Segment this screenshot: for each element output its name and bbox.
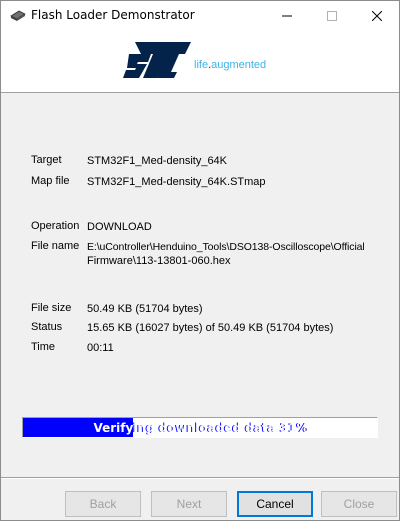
banner-divider bbox=[1, 92, 399, 93]
filesize-value: 50.49 KB (51704 bytes) bbox=[87, 303, 203, 315]
minimize-button[interactable] bbox=[265, 1, 309, 30]
status-value: 15.65 KB (16027 bytes) of 50.49 KB (5170… bbox=[87, 322, 334, 334]
time-label: Time bbox=[31, 341, 56, 353]
flash-loader-window: Flash Loader Demonstrator life.augmented… bbox=[0, 0, 400, 521]
cancel-button[interactable]: Cancel bbox=[237, 491, 313, 517]
close-window-button[interactable] bbox=[355, 1, 399, 30]
mapfile-value: STM32F1_Med-density_64K.STmap bbox=[87, 176, 266, 188]
chip-icon bbox=[10, 8, 26, 22]
status-label: Status bbox=[31, 321, 63, 333]
target-value: STM32F1_Med-density_64K bbox=[87, 155, 228, 167]
filename-value-line1: E:\uController\Henduino_Tools\DSO138-Osc… bbox=[87, 241, 365, 253]
progress-text-inverse: Verifying downloaded data 31% bbox=[93, 420, 309, 435]
button-divider bbox=[1, 477, 399, 479]
filename-value-line2: Firmware\113-13801-060.hex bbox=[87, 255, 231, 267]
title-bar[interactable]: Flash Loader Demonstrator bbox=[1, 1, 399, 30]
close-button[interactable]: Close bbox=[321, 491, 397, 517]
operation-label: Operation bbox=[31, 220, 80, 232]
mapfile-label: Map file bbox=[31, 175, 70, 187]
filename-label: File name bbox=[31, 240, 80, 252]
time-value: 00:11 bbox=[87, 342, 114, 354]
window-title: Flash Loader Demonstrator bbox=[31, 8, 195, 22]
filesize-label: File size bbox=[31, 302, 72, 314]
next-button[interactable]: Next bbox=[151, 491, 227, 517]
st-banner: life.augmented bbox=[1, 30, 399, 92]
progress-fill: Verifying downloaded data 31% bbox=[23, 418, 309, 437]
target-label: Target bbox=[31, 154, 62, 166]
st-logo-icon bbox=[121, 40, 193, 80]
maximize-button[interactable] bbox=[310, 1, 354, 30]
progress-bar: Verifying downloaded data 31% Verifying … bbox=[22, 417, 378, 438]
operation-value: DOWNLOAD bbox=[87, 221, 152, 233]
st-tagline: life.augmented bbox=[194, 59, 267, 71]
back-button[interactable]: Back bbox=[65, 491, 141, 517]
